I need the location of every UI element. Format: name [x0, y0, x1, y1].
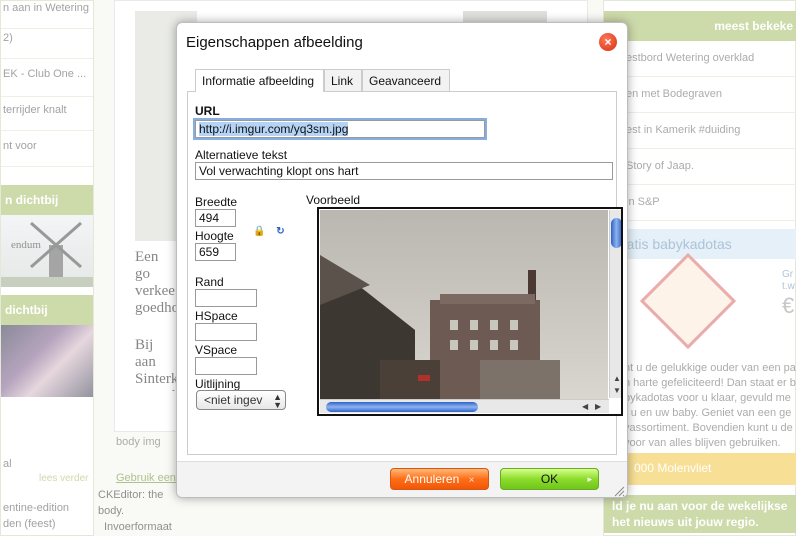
alignment-label: Uitlijning — [195, 377, 241, 391]
alignment-value: <niet ingev — [204, 393, 263, 407]
cancel-label: Annuleren — [404, 472, 460, 486]
vspace-field[interactable] — [195, 357, 257, 375]
dialog-footer: Annuleren × OK ▸ — [177, 461, 627, 497]
reset-size-icon[interactable]: ↻ — [275, 226, 286, 237]
scroll-thumb[interactable] — [611, 218, 621, 248]
height-label: Hoogte — [195, 229, 234, 243]
url-field[interactable]: http://i.imgur.com/yq3sm.jpg — [195, 120, 485, 138]
preview-image — [320, 210, 608, 399]
cancel-button[interactable]: Annuleren × — [390, 468, 489, 490]
scroll-right-icon[interactable]: ▶ — [595, 402, 601, 412]
close-button[interactable]: × — [599, 33, 617, 51]
horizontal-scrollbar[interactable]: ◀ ▶ — [320, 399, 609, 413]
border-field[interactable] — [195, 289, 257, 307]
alt-text-field[interactable]: Vol verwachting klopt ons hart — [195, 162, 613, 180]
updown-arrows-icon: ▲ ▼ — [273, 392, 282, 410]
ok-button[interactable]: OK ▸ — [500, 468, 599, 490]
width-field[interactable]: 494 — [195, 209, 236, 227]
preview-pane[interactable]: ▲ ▼ ◀ ▶ — [317, 207, 623, 416]
scroll-left-icon[interactable]: ◀ — [582, 402, 588, 412]
vertical-scrollbar[interactable]: ▲ ▼ — [609, 210, 621, 398]
width-label: Breedte — [195, 195, 238, 209]
building-photo — [320, 210, 608, 399]
ok-label: OK — [540, 472, 559, 486]
image-properties-dialog: Eigenschappen afbeelding × Informatie af… — [176, 22, 628, 498]
tab-advanced[interactable]: Geavanceerd — [362, 69, 450, 91]
scroll-thumb[interactable] — [326, 402, 478, 412]
tab-panel: URL http://i.imgur.com/yq3sm.jpg Alterna… — [187, 91, 623, 455]
url-value: http://i.imgur.com/yq3sm.jpg — [199, 122, 349, 136]
hspace-field[interactable] — [195, 323, 257, 341]
url-label: URL — [195, 104, 220, 118]
hspace-label: HSpace — [195, 309, 238, 323]
tab-image-info[interactable]: Informatie afbeelding — [195, 69, 324, 92]
scroll-up-icon[interactable]: ▲ — [613, 374, 621, 384]
alignment-select[interactable]: <niet ingev ▲ ▼ — [196, 390, 286, 410]
scroll-down-icon[interactable]: ▼ — [613, 386, 621, 396]
border-label: Rand — [195, 275, 224, 289]
height-field[interactable]: 659 — [195, 243, 236, 261]
lock-ratio-icon[interactable]: 🔒 — [253, 226, 265, 237]
preview-label: Voorbeeld — [306, 193, 361, 207]
close-icon: × — [604, 35, 612, 49]
cancel-x-icon: × — [468, 475, 475, 486]
dialog-title: Eigenschappen afbeelding — [186, 34, 363, 51]
alt-text-label: Alternatieve tekst — [195, 148, 288, 162]
resize-grip-icon[interactable] — [613, 485, 625, 497]
ok-arrow-icon: ▸ — [587, 474, 592, 484]
tab-link[interactable]: Link — [324, 69, 362, 91]
vspace-label: VSpace — [195, 343, 238, 357]
